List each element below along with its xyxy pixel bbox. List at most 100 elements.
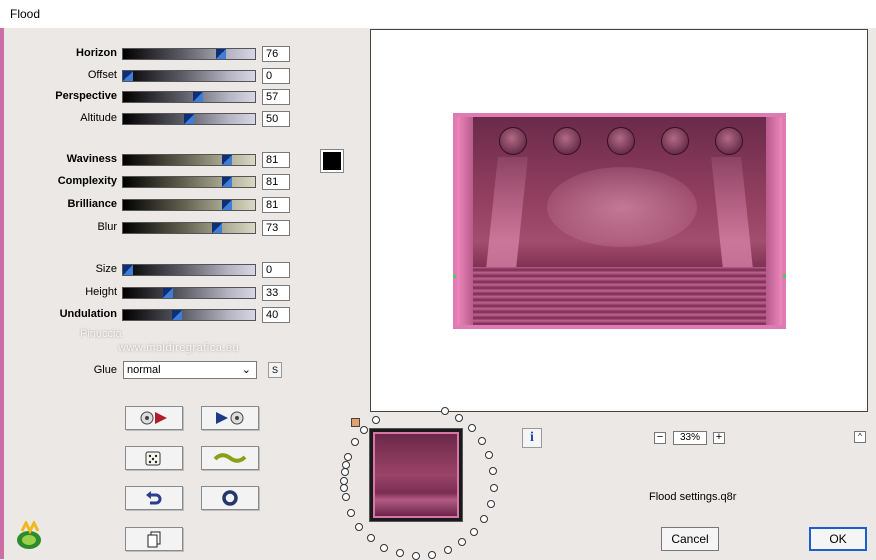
offset-slider-thumb[interactable] — [123, 71, 133, 81]
dial-dot — [480, 515, 488, 523]
horizon-label: Horizon — [76, 47, 117, 59]
horizon-marker-right[interactable] — [783, 275, 786, 278]
horizon-slider-thumb[interactable] — [216, 49, 226, 59]
height-value-field[interactable]: 33 — [262, 285, 290, 301]
altitude-value-field[interactable]: 50 — [262, 111, 290, 127]
brilliance-label: Brilliance — [67, 198, 117, 210]
watermark-name: Pinuccia — [80, 328, 122, 340]
ring-icon — [222, 490, 238, 506]
dial-dot — [428, 551, 436, 559]
info-icon[interactable]: i — [522, 428, 542, 448]
chevron-down-icon: ⌄ — [241, 364, 251, 376]
navigator-thumbnail[interactable] — [369, 428, 463, 522]
wave-button[interactable] — [201, 446, 259, 470]
dial-dot — [485, 451, 493, 459]
slider-row-size: Size 0 — [0, 262, 300, 278]
complexity-slider[interactable] — [122, 176, 256, 188]
waviness-value-field[interactable]: 81 — [262, 152, 290, 168]
dial-dot — [344, 453, 352, 461]
brilliance-slider-thumb[interactable] — [222, 200, 232, 210]
glue-label: Glue — [93, 364, 117, 376]
glue-select[interactable]: normal ⌄ — [123, 361, 257, 379]
waviness-slider-thumb[interactable] — [222, 155, 232, 165]
complexity-label: Complexity — [57, 175, 117, 187]
disc-arrow-icon — [140, 411, 167, 425]
perspective-value-field[interactable]: 57 — [262, 89, 290, 105]
slider-row-perspective: Perspective 57 — [0, 89, 300, 105]
undulation-slider[interactable] — [122, 309, 256, 321]
blur-slider-thumb[interactable] — [212, 223, 222, 233]
size-slider-thumb[interactable] — [123, 265, 133, 275]
blur-value-field[interactable]: 73 — [262, 220, 290, 236]
dial-dot — [351, 438, 359, 446]
preview-area[interactable] — [370, 29, 868, 412]
complexity-slider-thumb[interactable] — [222, 177, 232, 187]
dial-dot — [441, 407, 449, 415]
horizon-value-field[interactable]: 76 — [262, 46, 290, 62]
watermark-url: www.maldiregrafica.eu — [118, 342, 240, 354]
blur-label: Blur — [97, 221, 117, 233]
ok-button[interactable]: OK — [809, 527, 867, 551]
color-swatch[interactable] — [320, 149, 344, 173]
dial-dot — [455, 414, 463, 422]
load-preset-button[interactable] — [125, 406, 183, 430]
copy-button[interactable] — [125, 527, 183, 551]
altitude-slider-thumb[interactable] — [184, 114, 194, 124]
horizon-marker-left[interactable] — [453, 275, 456, 278]
randomize-button[interactable] — [125, 446, 183, 470]
window-title: Flood — [10, 7, 41, 21]
slider-row-waviness: Waviness 81 — [0, 152, 300, 168]
dial-dot — [487, 500, 495, 508]
app-logo-icon — [17, 521, 41, 549]
undulation-slider-thumb[interactable] — [172, 310, 182, 320]
cancel-button[interactable]: Cancel — [661, 527, 719, 551]
dial-dot — [490, 484, 498, 492]
save-preset-button[interactable] — [201, 406, 259, 430]
slider-row-undulation: Undulation 40 — [0, 307, 300, 323]
brilliance-value-field[interactable]: 81 — [262, 197, 290, 213]
altitude-slider[interactable] — [122, 113, 256, 125]
dial-dot — [367, 534, 375, 542]
offset-slider[interactable] — [122, 70, 256, 82]
dial-dot — [342, 493, 350, 501]
navigator-handle[interactable] — [351, 418, 360, 427]
reset-button[interactable] — [201, 486, 259, 510]
horizon-slider[interactable] — [122, 48, 256, 60]
height-slider[interactable] — [122, 287, 256, 299]
height-slider-thumb[interactable] — [163, 288, 173, 298]
glue-select-value: normal — [127, 364, 161, 376]
zoom-out-button[interactable]: − — [654, 432, 666, 444]
blur-slider[interactable] — [122, 222, 256, 234]
zoom-in-button[interactable]: + — [713, 432, 725, 444]
perspective-slider[interactable] — [122, 91, 256, 103]
undo-button[interactable] — [125, 486, 183, 510]
complexity-value-field[interactable]: 81 — [262, 174, 290, 190]
wave-icon — [213, 453, 247, 463]
waviness-label: Waviness — [66, 153, 117, 165]
collapse-button[interactable]: ^ — [854, 431, 866, 443]
dial-dot — [347, 509, 355, 517]
dial-dot — [468, 424, 476, 432]
undo-icon — [146, 491, 162, 505]
dial-dot — [458, 538, 466, 546]
slider-row-altitude: Altitude 50 — [0, 111, 300, 127]
glue-s-button[interactable]: S — [268, 362, 282, 378]
waviness-slider[interactable] — [122, 154, 256, 166]
offset-value-field[interactable]: 0 — [262, 68, 290, 84]
slider-row-complexity: Complexity 81 — [0, 174, 300, 190]
dial-dot — [444, 546, 452, 554]
undulation-value-field[interactable]: 40 — [262, 307, 290, 323]
slider-row-horizon: Horizon 76 — [0, 46, 300, 62]
dial-dot — [489, 467, 497, 475]
size-slider[interactable] — [122, 264, 256, 276]
dial-dot — [396, 549, 404, 557]
perspective-slider-thumb[interactable] — [193, 92, 203, 102]
altitude-label: Altitude — [80, 112, 117, 124]
brilliance-slider[interactable] — [122, 199, 256, 211]
dial-dot — [470, 528, 478, 536]
size-value-field[interactable]: 0 — [262, 262, 290, 278]
dial-dot — [355, 523, 363, 531]
settings-filename: Flood settings.q8r — [649, 491, 737, 503]
preview-image — [453, 113, 786, 329]
undulation-label: Undulation — [59, 308, 117, 320]
